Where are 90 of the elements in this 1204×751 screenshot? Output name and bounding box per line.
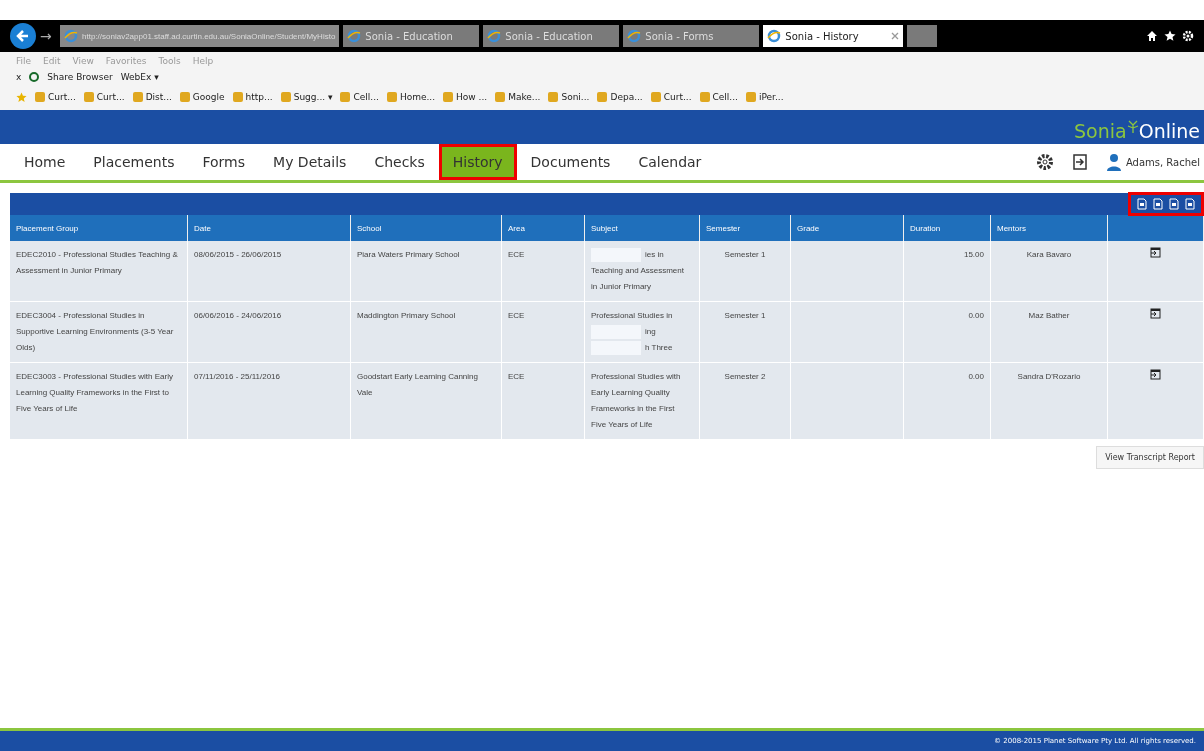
close-toolbar-button[interactable]: x — [16, 72, 22, 82]
column-header[interactable]: Area — [501, 215, 585, 241]
settings-icon[interactable] — [1035, 153, 1054, 171]
share-icon[interactable] — [29, 72, 40, 82]
column-header[interactable]: Mentors — [990, 215, 1108, 241]
subject-text: Five Years of Life — [591, 419, 653, 431]
table-cell: Kara Bavaro — [990, 241, 1108, 302]
browser-tab-icon — [347, 29, 362, 43]
column-header[interactable]: Date — [187, 215, 351, 241]
table-cell: Goodstart Early Learning Canning Vale — [350, 362, 502, 440]
table-cell: 0.00 — [903, 362, 991, 440]
table-cell: EDEC3003 - Professional Studies with Early Learning Quality Frameworks in the First to Five Years of Life — [10, 362, 188, 440]
subject-text: Frameworks in the First — [591, 403, 675, 415]
view-transcript-report-button[interactable]: View Transcript Report — [1096, 446, 1204, 469]
home-icon[interactable] — [1146, 30, 1158, 42]
share-browser-button[interactable]: Share Browser — [47, 72, 113, 82]
subject-text: ing — [645, 326, 656, 338]
favorite-link[interactable]: Curt... — [83, 92, 125, 102]
table-cell: Maz Bather — [990, 301, 1108, 363]
subject-text: Teaching and Assessment — [591, 265, 684, 277]
table-cell: Piara Waters Primary School — [350, 241, 502, 302]
back-arrow-icon — [16, 29, 30, 43]
favorite-link[interactable]: iPer... — [745, 92, 784, 102]
table-cell: EDEC3004 - Professional Studies in Supportive Learning Environments (3-5 Year Olds) — [10, 301, 188, 363]
open-record-icon[interactable] — [1150, 247, 1161, 258]
nav-tab[interactable]: Home — [10, 144, 80, 180]
new-tab-button[interactable] — [907, 25, 938, 47]
table-cell: ECE — [501, 301, 585, 363]
subject-text: Professional Studies in — [591, 310, 673, 322]
favorites-star-icon[interactable] — [16, 91, 27, 103]
table-cell: Maddington Primary School — [350, 301, 502, 363]
table-cell: 15.00 — [903, 241, 991, 302]
favorite-link[interactable]: Curt... — [35, 92, 76, 102]
table-cell: 08/06/2015 - 26/06/2015 — [187, 241, 351, 302]
nav-tab[interactable]: Placements — [79, 144, 189, 180]
favorite-link[interactable]: Soni... — [548, 92, 590, 102]
column-header[interactable]: Duration — [903, 215, 991, 241]
table-cell: 06/06/2016 - 24/06/2016 — [187, 301, 351, 363]
favorite-link[interactable]: Cell... — [699, 92, 738, 102]
close-icon[interactable] — [891, 32, 900, 40]
subject-text: h Three — [645, 342, 673, 354]
browser-tab-icon — [627, 29, 642, 43]
column-header[interactable]: Placement Group — [10, 215, 188, 241]
nav-tab[interactable]: My Details — [259, 144, 361, 180]
column-header[interactable]: Semester — [699, 215, 791, 241]
subject-text: in Junior Primary — [591, 281, 651, 293]
forward-button[interactable]: → — [40, 28, 56, 44]
favorite-link[interactable]: How ... — [443, 92, 488, 102]
user-icon[interactable] — [1105, 153, 1122, 171]
sonia-online-logo: Sonia Online — [1074, 120, 1200, 142]
favorite-link[interactable]: Make... — [495, 92, 541, 102]
table-cell: Semester 1 — [699, 241, 791, 302]
table-cell: Semester 1 — [699, 301, 791, 363]
webex-menu[interactable]: WebEx ▾ — [120, 72, 159, 82]
open-record-icon[interactable] — [1150, 369, 1161, 380]
star-icon[interactable] — [1164, 30, 1176, 42]
favorite-link[interactable]: Sugg... ▾ — [280, 92, 333, 102]
logout-icon[interactable] — [1071, 154, 1088, 170]
subject-text: Professional Studies with — [591, 371, 681, 383]
nav-tab[interactable]: Documents — [516, 144, 625, 180]
user-name[interactable]: Adams, Rachel — [1125, 156, 1200, 168]
subject-text: ies in — [645, 249, 664, 261]
favorite-link[interactable]: Home... — [386, 92, 436, 102]
open-record-icon[interactable] — [1150, 308, 1161, 319]
column-header[interactable]: Grade — [790, 215, 904, 241]
table-cell: Sandra D'Rozario — [990, 362, 1108, 440]
browser-tab-icon — [487, 29, 502, 43]
browser-tab-icon — [64, 29, 78, 43]
subject-text: Early Learning Quality — [591, 387, 670, 399]
nav-tab[interactable]: History — [438, 144, 517, 180]
nav-tab[interactable]: Checks — [360, 144, 439, 180]
back-button[interactable] — [10, 23, 36, 49]
favorite-link[interactable]: Cell... — [340, 92, 379, 102]
table-cell: ECE — [501, 241, 585, 302]
table-cell: EDEC2010 - Professional Studies Teaching & Assessment in Junior Primary — [10, 241, 188, 302]
table-cell: Semester 2 — [699, 362, 791, 440]
favorite-link[interactable]: http... — [232, 92, 273, 102]
browser-tab[interactable]: Sonia - History — [763, 25, 904, 47]
column-header[interactable]: Subject — [584, 215, 700, 241]
table-cell: 07/11/2016 - 25/11/2016 — [187, 362, 351, 440]
favorite-link[interactable]: Google — [179, 92, 225, 102]
column-header[interactable]: School — [350, 215, 502, 241]
table-cell: ECE — [501, 362, 585, 440]
favorite-link[interactable]: Dist... — [132, 92, 172, 102]
nav-tab[interactable]: Forms — [188, 144, 260, 180]
nav-tab[interactable]: Calendar — [624, 144, 716, 180]
table-cell: 0.00 — [903, 301, 991, 363]
browser-tab-icon — [767, 29, 782, 43]
favorite-link[interactable]: Curt... — [650, 92, 692, 102]
favorite-link[interactable]: Depa... — [597, 92, 643, 102]
